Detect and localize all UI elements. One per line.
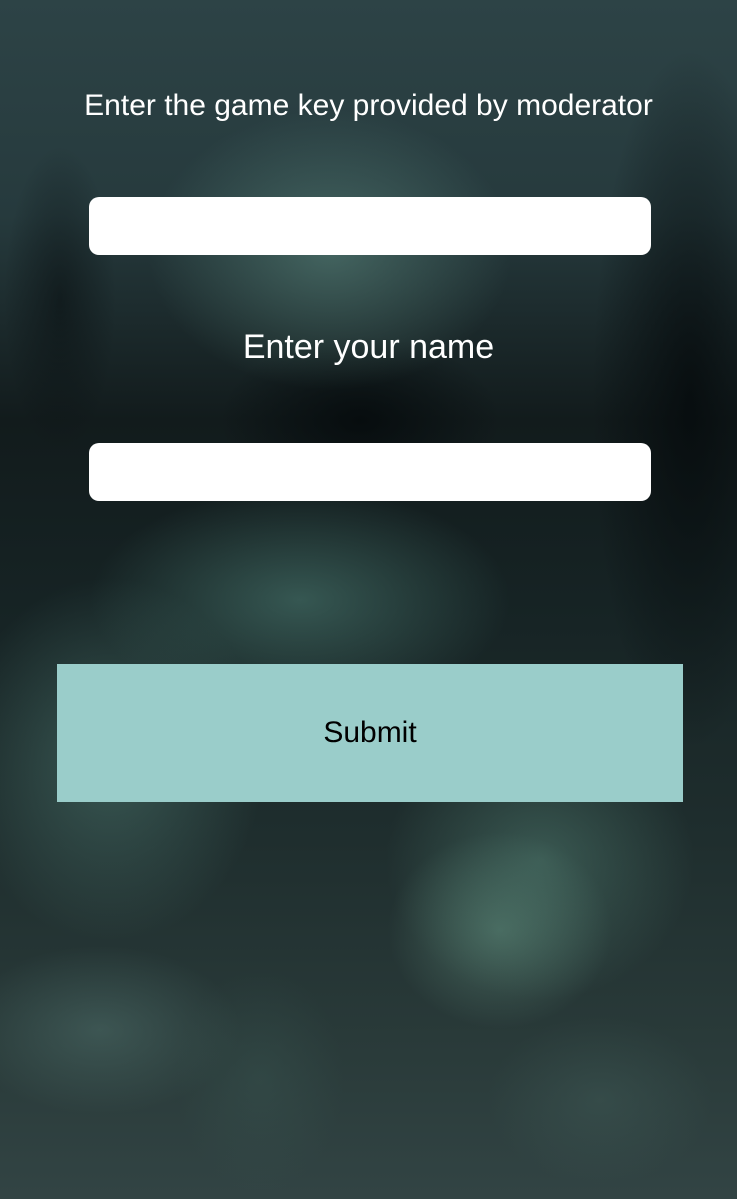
game-key-input[interactable] <box>89 197 651 255</box>
game-key-label: Enter the game key provided by moderator <box>84 89 653 122</box>
submit-button[interactable]: Submit <box>57 664 683 802</box>
blurred-background-image <box>0 0 737 1199</box>
name-label: Enter your name <box>242 328 495 366</box>
name-input[interactable] <box>89 443 651 501</box>
